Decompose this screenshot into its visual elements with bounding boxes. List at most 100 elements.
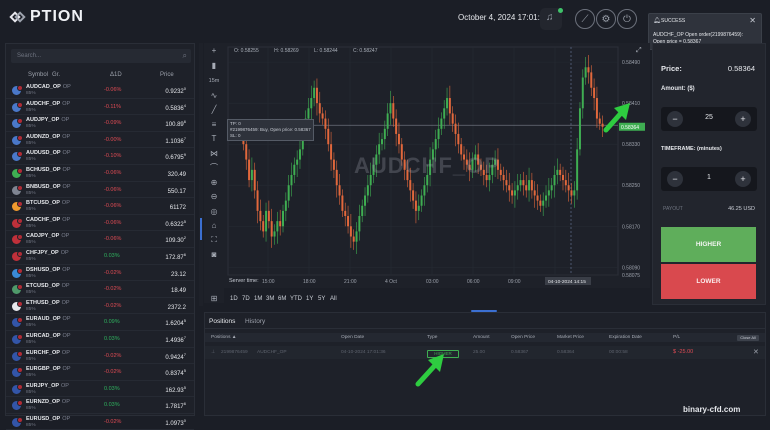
position-row[interactable]: ⊥ 2199876459 AUDCHF_OP 04-10-2024 17:01:…	[205, 346, 765, 359]
asset-row[interactable]: EURAUD_OP OP 85% 0.09% 1.62045	[6, 314, 194, 331]
asset-row[interactable]: EURNZD_OP OP 85% 0.03% 1.78176	[6, 397, 194, 414]
col-market-price[interactable]: Market Price	[557, 335, 584, 340]
asset-row[interactable]: EURCHF_OP OP 85% -0.02% 0.94247	[6, 348, 194, 365]
notifications-button[interactable]: ♫	[540, 8, 563, 30]
timeframe-increase-button[interactable]: +	[735, 171, 751, 187]
range-7d[interactable]: 7D	[242, 296, 250, 302]
range-ytd[interactable]: YTD	[290, 296, 302, 302]
candle-body	[564, 180, 567, 186]
chart-stats-icon[interactable]: ⟋	[575, 9, 595, 29]
candle-body	[332, 159, 335, 170]
range-1m[interactable]: 1M	[254, 296, 262, 302]
screenshot-icon[interactable]: ◙	[208, 249, 220, 261]
indicator-icon[interactable]: ∿	[208, 90, 220, 102]
col-expiration[interactable]: Expiration Date	[609, 335, 642, 340]
scrollbar[interactable]	[199, 43, 203, 306]
close-icon[interactable]: ✕	[749, 16, 756, 25]
candle-body	[284, 200, 287, 211]
range-3m[interactable]: 3M	[266, 296, 274, 302]
asset-row[interactable]: EURJPY_OP OP 85% 0.03% 162.935	[6, 381, 194, 398]
range-5y[interactable]: 5Y	[318, 296, 325, 302]
range-6m[interactable]: 6M	[278, 296, 286, 302]
asset-row[interactable]: EURCAD_OP OP 85% 0.03% 1.49367	[6, 331, 194, 348]
candle-type-icon[interactable]: ▮	[208, 60, 220, 72]
asset-price: 0.63225	[165, 218, 186, 228]
text-tool-icon[interactable]: T	[208, 133, 220, 145]
amount-increase-button[interactable]: +	[735, 111, 751, 127]
asset-row[interactable]: CADJPY_OP OP 85% -0.06% 109.302	[6, 231, 194, 248]
tab-positions[interactable]: Positions	[209, 318, 235, 325]
asset-payout: 85%	[26, 389, 36, 395]
tab-history[interactable]: History	[245, 318, 265, 325]
settings-icon[interactable]: ⚙	[596, 9, 616, 29]
zoom-in-icon[interactable]: ⊕	[208, 177, 220, 189]
lock-icon[interactable]: ⌂	[208, 220, 220, 232]
trendline-icon[interactable]: ╱	[208, 104, 220, 116]
y-tick-label: 0.58090	[622, 265, 640, 271]
close-all-button[interactable]: Close All	[737, 335, 759, 341]
fib-icon[interactable]: ≡	[208, 119, 220, 131]
fullscreen-icon[interactable]: ⛶	[208, 234, 220, 246]
asset-row[interactable]: AUDCHF_OP OP 85% -0.11% 0.58364	[6, 99, 194, 116]
timeframe-stepper[interactable]: − 1 +	[661, 167, 757, 191]
higher-button[interactable]: HIGHER	[661, 227, 756, 262]
col-pl[interactable]: P/L	[673, 335, 680, 340]
asset-quote-icon	[17, 300, 23, 307]
ohlc-readout: O: 0.58255 H: 0.58269 L: 0.58244 C: 0.58…	[234, 48, 392, 54]
asset-row[interactable]: DSHUSD_OP OP 85% -0.02% 23.12	[6, 265, 194, 282]
range-1d[interactable]: 1D	[230, 296, 238, 302]
open-trade-label[interactable]: TP: 0 #2199876459: Buy, Open price: 0.58…	[227, 119, 314, 141]
close-position-icon[interactable]: ✕	[753, 348, 759, 356]
col-symbol[interactable]: Symbol	[28, 72, 48, 78]
col-amount[interactable]: Amount	[473, 335, 490, 340]
asset-row[interactable]: AUDJPY_OP OP 85% -0.09% 100.896	[6, 115, 194, 132]
asset-price: 162.935	[165, 384, 186, 394]
candle-body	[293, 164, 296, 175]
asset-row[interactable]: AUDNZD_OP OP 85% -0.00% 1.10367	[6, 132, 194, 149]
magnet-icon[interactable]: ◎	[208, 206, 220, 218]
brand-logo[interactable]: PTION	[9, 8, 84, 26]
brush-icon[interactable]: ⌒	[208, 162, 220, 174]
candle-body	[248, 159, 251, 181]
col-positions[interactable]: Positions ▲	[211, 335, 237, 340]
pattern-icon[interactable]: ⋈	[208, 148, 220, 160]
col-price[interactable]: Price	[160, 72, 174, 78]
asset-change: -0.09%	[104, 120, 122, 127]
asset-payout: 85%	[26, 173, 36, 179]
col-open-date[interactable]: Open Date	[341, 335, 364, 340]
expand-icon[interactable]: ⤢	[636, 47, 642, 55]
col-group[interactable]: Gr.	[52, 72, 60, 78]
asset-row[interactable]: EURGBP_OP OP 85% -0.02% 0.83745	[6, 364, 194, 381]
zoom-out-icon[interactable]: ⊖	[208, 191, 220, 203]
asset-row[interactable]: BNBUSD_OP OP 85% -0.06% 550.17	[6, 182, 194, 199]
asset-row[interactable]: BCHUSD_OP OP 85% -0.06% 320.49	[6, 165, 194, 182]
search-input[interactable]: Search... ⌕	[11, 49, 191, 63]
panel-resize-handle[interactable]	[471, 310, 497, 312]
asset-row[interactable]: BTCUSD_OP OP 85% -0.06% 61172	[6, 198, 194, 215]
price-chart[interactable]: 0.58490 0.58410 0.58330 0.58250 0.58170 0.580…	[224, 43, 650, 288]
col-type[interactable]: Type	[427, 335, 437, 340]
asset-row[interactable]: AUDCAD_OP OP 85% -0.06% 0.92320	[6, 82, 194, 99]
power-icon[interactable]: ⏻	[617, 9, 637, 29]
col-open-price[interactable]: Open Price	[511, 335, 535, 340]
crosshair-icon[interactable]: +	[208, 45, 220, 57]
asset-row[interactable]: AUDUSD_OP OP 85% -0.10% 0.67959	[6, 148, 194, 165]
amount-stepper[interactable]: − 25 +	[661, 107, 757, 131]
range-1y[interactable]: 1Y	[306, 296, 313, 302]
notification-title: SUCCESS	[661, 18, 686, 24]
expand-row-icon[interactable]: ⊥	[211, 350, 215, 355]
candle-body	[381, 139, 383, 145]
asset-row[interactable]: ETCUSD_OP OP 85% -0.02% 18.49	[6, 281, 194, 298]
candle-body	[440, 118, 443, 129]
scrollbar-thumb[interactable]	[200, 218, 202, 240]
candle-body	[567, 185, 570, 191]
lower-button[interactable]: LOWER	[661, 264, 756, 299]
asset-row[interactable]: ETHUSD_OP OP 85% -0.02% 2372.2	[6, 298, 194, 315]
interval-selector[interactable]: 15m	[208, 75, 220, 87]
col-change[interactable]: Δ1D	[110, 72, 122, 78]
asset-row[interactable]: EURUSD_OP OP 85% -0.02% 1.09730	[6, 414, 194, 430]
candle-body	[584, 67, 587, 78]
range-all[interactable]: All	[330, 296, 337, 302]
asset-row[interactable]: CADCHF_OP OP 85% -0.06% 0.63225	[6, 215, 194, 232]
asset-row[interactable]: CHFJPY_OP OP 85% 0.03% 172.876	[6, 248, 194, 265]
